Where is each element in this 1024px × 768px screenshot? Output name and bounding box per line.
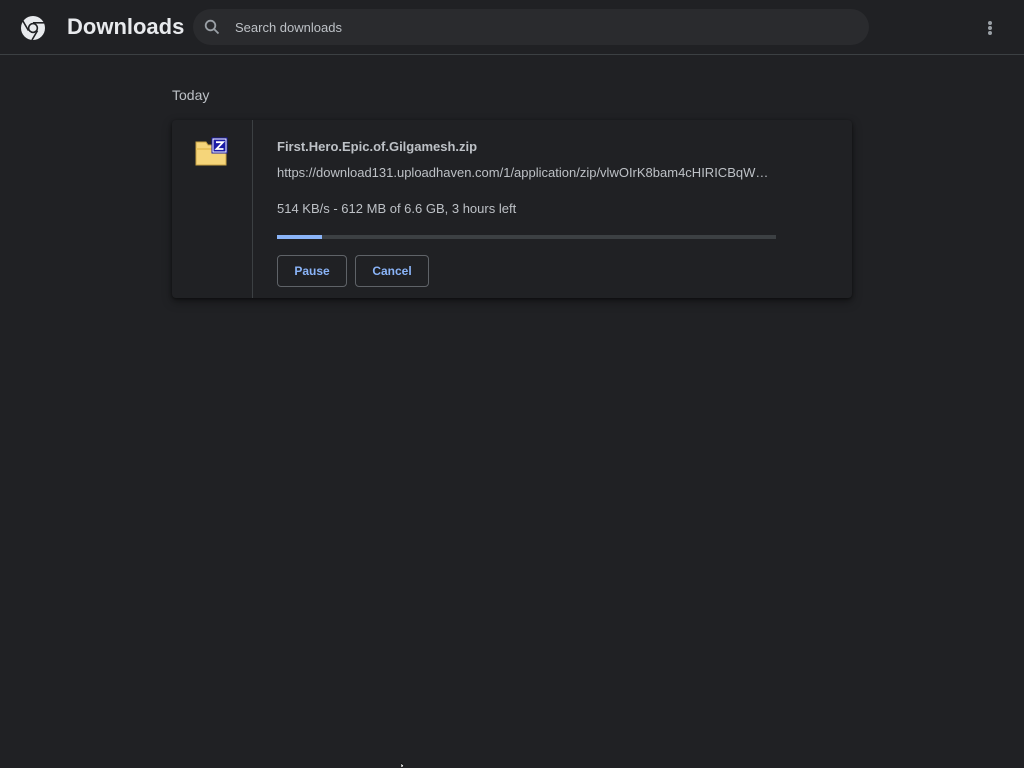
more-vert-icon xyxy=(988,21,992,25)
search-input[interactable] xyxy=(235,9,835,45)
date-group-label: Today xyxy=(172,87,210,103)
search-icon[interactable] xyxy=(204,19,220,35)
card-divider xyxy=(252,120,253,298)
download-status: 514 KB/s - 612 MB of 6.6 GB, 3 hours lef… xyxy=(277,201,517,216)
download-source-url[interactable]: https://download131.uploadhaven.com/1/ap… xyxy=(277,165,777,181)
download-item: First.Hero.Epic.of.Gilgamesh.zip https:/… xyxy=(172,120,852,298)
downloads-toolbar: Downloads xyxy=(0,0,1024,55)
mouse-pointer-icon xyxy=(401,763,405,768)
zip-archive-icon[interactable] xyxy=(195,137,229,167)
download-file-name[interactable]: First.Hero.Epic.of.Gilgamesh.zip xyxy=(277,139,477,155)
more-actions-button[interactable] xyxy=(978,14,1002,42)
more-vert-icon-dot xyxy=(988,31,992,35)
download-progress-fill xyxy=(277,235,322,239)
more-vert-icon-dot xyxy=(988,26,992,30)
download-progress-bar xyxy=(277,235,776,239)
page-title: Downloads xyxy=(67,14,185,39)
cancel-button[interactable]: Cancel xyxy=(355,255,429,287)
search-bar[interactable] xyxy=(193,9,869,45)
chrome-logo-icon[interactable] xyxy=(20,15,46,41)
pause-button[interactable]: Pause xyxy=(277,255,347,287)
